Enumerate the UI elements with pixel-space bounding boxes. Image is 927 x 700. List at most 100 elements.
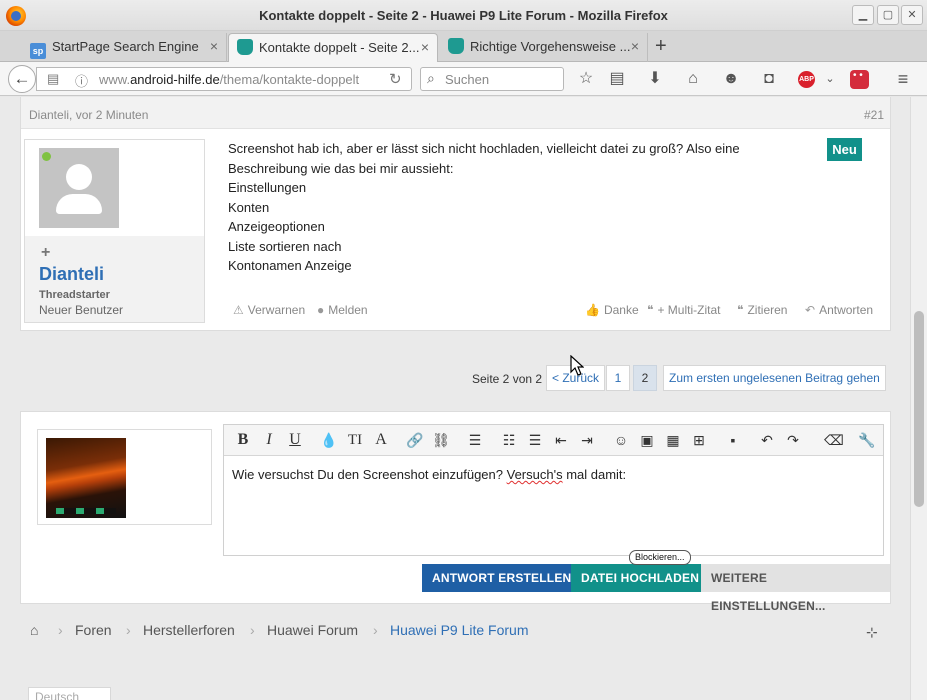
numbered-list-icon[interactable]: ☰: [526, 431, 544, 449]
home-icon[interactable]: ⌂: [683, 69, 703, 89]
editor-toolbar: B I U 💧 TI A 🔗 ⛓ ☰ ☷ ☰ ⇤ ⇥ ☺ ▣ ▦ ⊞ ▪ ↶ ↷: [224, 425, 883, 456]
font-family-icon[interactable]: A: [372, 431, 390, 449]
submit-reply-button[interactable]: Antwort erstellen: [422, 564, 582, 592]
window-title: Kontakte doppelt - Seite 2 - Huawei P9 L…: [259, 8, 668, 23]
pagination-label: Seite 2 von 2: [472, 372, 543, 386]
font-size-icon[interactable]: TI: [346, 431, 364, 449]
bold-icon[interactable]: B: [234, 431, 252, 449]
media-icon[interactable]: ▦: [664, 431, 682, 449]
post-line: Kontonamen Anzeige: [228, 258, 352, 273]
thanks-link[interactable]: 👍 Danke: [585, 303, 639, 317]
first-unread-link[interactable]: Zum ersten ungelesenen Beitrag gehen: [663, 365, 886, 391]
home-icon[interactable]: ⌂: [30, 622, 38, 638]
avatar[interactable]: [39, 148, 119, 228]
more-options-button[interactable]: Weitere Einstellungen...: [701, 564, 890, 613]
bookmark-star-icon[interactable]: ☆: [576, 69, 596, 89]
quote-icon: ❝: [647, 303, 654, 317]
tab-label: Kontakte doppelt - Seite 2...: [259, 40, 420, 55]
smiley-icon[interactable]: ☺: [612, 431, 630, 449]
downloads-icon[interactable]: ⬇: [645, 69, 665, 89]
tab-bar: sp StartPage Search Engine × Kontakte dop…: [0, 31, 927, 62]
search-bar[interactable]: ⌕ Suchen: [420, 67, 564, 91]
reply-link[interactable]: ↶ Antworten: [805, 303, 873, 317]
post-line: Screenshot hab ich, aber er lässt sich n…: [228, 141, 740, 156]
indent-icon[interactable]: ⇥: [578, 431, 596, 449]
reload-icon[interactable]: ↻: [389, 70, 402, 88]
post-line: Liste sortieren nach: [228, 238, 342, 254]
pagination-page-1[interactable]: 1: [606, 365, 630, 391]
pocket-icon[interactable]: ◘: [759, 69, 779, 89]
tab-label: Richtige Vorgehensweise ...: [470, 39, 631, 54]
link-icon[interactable]: 🔗: [406, 431, 424, 449]
close-window-button[interactable]: ✕: [901, 5, 923, 25]
user-name-link[interactable]: Dianteli: [39, 264, 104, 285]
navigation-bar: ▤ ⓘ www.android-hilfe.de/thema/kontakte-…: [0, 62, 927, 96]
multi-quote-link[interactable]: ❝ + Multi-Zitat: [647, 303, 720, 317]
menu-hamburger-icon[interactable]: ≡: [893, 69, 913, 89]
url-text[interactable]: www.android-hilfe.de/thema/kontakte-dopp…: [99, 72, 359, 87]
tab-close-icon[interactable]: ×: [421, 34, 429, 61]
editor-content[interactable]: Wie versuchst Du den Screenshot einzufüg…: [232, 467, 626, 482]
breadcrumb-item-foren[interactable]: Foren: [75, 622, 112, 638]
breadcrumb-item-p9-lite-forum[interactable]: Huawei P9 Lite Forum: [390, 622, 529, 638]
reader-view-icon[interactable]: ▤: [47, 71, 59, 87]
extension-face-icon[interactable]: [850, 70, 869, 89]
adblock-plus-icon[interactable]: ABP: [798, 71, 815, 88]
report-link[interactable]: ● Melden: [317, 303, 368, 317]
underline-icon[interactable]: U: [286, 431, 304, 449]
breadcrumb-item-huawei-forum[interactable]: Huawei Forum: [267, 622, 358, 638]
blocked-tooltip: Blockieren...: [629, 550, 691, 565]
upload-file-button[interactable]: Datei hochladen: [571, 564, 710, 592]
online-status-icon: [42, 152, 51, 161]
pagination-page-2[interactable]: 2: [633, 365, 657, 391]
tab-startpage[interactable]: sp StartPage Search Engine ×: [22, 33, 227, 62]
post-line: Beschreibung wie das bei mir aussieht:: [228, 160, 454, 176]
post-line: Anzeigeoptionen: [228, 219, 325, 234]
maximize-button[interactable]: ▢: [877, 5, 899, 25]
reply-arrow-icon: ↶: [805, 303, 816, 317]
quote-link[interactable]: ❝ Zitieren: [737, 303, 787, 317]
url-bar[interactable]: ▤ ⓘ www.android-hilfe.de/thema/kontakte-…: [36, 67, 412, 91]
remove-format-icon[interactable]: ⌫: [824, 431, 844, 449]
text-color-icon[interactable]: 💧: [320, 431, 338, 449]
window-titlebar: Kontakte doppelt - Seite 2 - Huawei P9 L…: [0, 0, 927, 31]
save-draft-icon[interactable]: ▪: [724, 431, 742, 449]
language-chooser[interactable]: Deutsch: [28, 687, 111, 700]
scrollbar-thumb[interactable]: [914, 311, 924, 507]
bullet-list-icon[interactable]: ☷: [500, 431, 518, 449]
tab-close-icon[interactable]: ×: [210, 33, 218, 60]
back-button[interactable]: ←: [8, 65, 36, 93]
minimize-button[interactable]: ▁: [852, 5, 874, 25]
search-icon: ⌕: [427, 70, 435, 86]
post-line: Konten: [228, 199, 270, 215]
post-number-link[interactable]: #21: [864, 108, 884, 122]
unlink-icon[interactable]: ⛓: [432, 431, 450, 449]
sitemap-icon[interactable]: ⊹: [866, 624, 878, 641]
redo-icon[interactable]: ↷: [784, 431, 802, 449]
warn-link[interactable]: ⚠ Verwarnen: [233, 303, 305, 317]
align-left-icon[interactable]: ☰: [466, 431, 484, 449]
bookmarks-list-icon[interactable]: ▤: [607, 69, 627, 89]
plus-icon[interactable]: +: [41, 244, 50, 262]
user-role: Threadstarter: [39, 289, 110, 301]
outdent-icon[interactable]: ⇤: [552, 431, 570, 449]
chevron-down-icon[interactable]: ⌄: [820, 69, 840, 89]
italic-icon[interactable]: I: [260, 431, 278, 449]
settings-wrench-icon[interactable]: 🔧: [858, 431, 876, 449]
tab-kontakte-doppelt[interactable]: Kontakte doppelt - Seite 2... ×: [228, 33, 438, 62]
new-tab-button[interactable]: +: [655, 35, 667, 58]
hello-smiley-icon[interactable]: ☻: [721, 69, 741, 89]
quick-reply-box: B I U 💧 TI A 🔗 ⛓ ☰ ☷ ☰ ⇤ ⇥ ☺ ▣ ▦ ⊞ ▪ ↶ ↷: [20, 411, 891, 613]
site-info-icon[interactable]: ⓘ: [75, 71, 88, 90]
undo-icon[interactable]: ↶: [758, 431, 776, 449]
insert-icon[interactable]: ⊞: [690, 431, 708, 449]
new-badge: Neu: [827, 138, 862, 161]
tab-close-icon[interactable]: ×: [631, 33, 639, 60]
search-placeholder: Suchen: [445, 72, 490, 87]
breadcrumb-item-herstellerforen[interactable]: Herstellerforen: [143, 622, 235, 638]
tab-richtige-vorgehensweise[interactable]: Richtige Vorgehensweise ... ×: [440, 33, 648, 62]
image-icon[interactable]: ▣: [638, 431, 656, 449]
breadcrumb-separator-icon: ›: [58, 622, 63, 638]
reply-editor[interactable]: B I U 💧 TI A 🔗 ⛓ ☰ ☷ ☰ ⇤ ⇥ ☺ ▣ ▦ ⊞ ▪ ↶ ↷: [223, 424, 884, 556]
page-scrollbar[interactable]: [910, 97, 927, 700]
